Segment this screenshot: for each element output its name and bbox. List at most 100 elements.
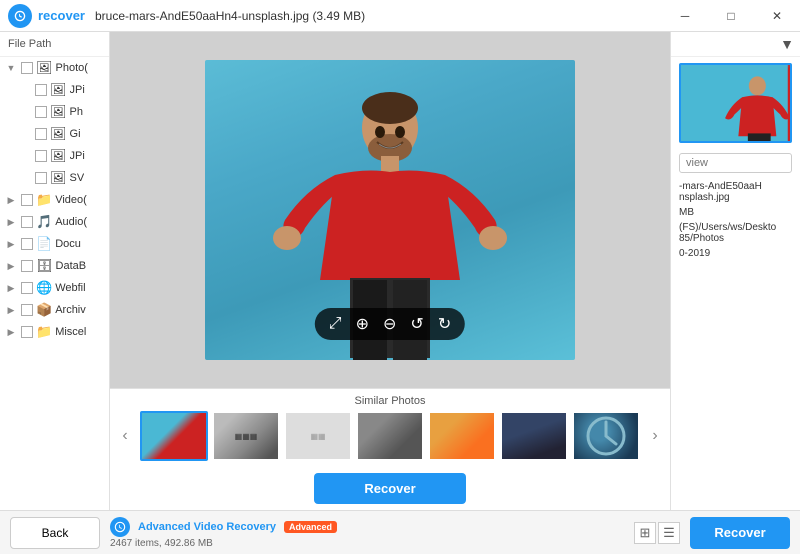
- app-body: File Path ▼ 🖼 Photo( 🖼 JPi 🖼 Ph 🖼 Gi: [0, 32, 800, 510]
- back-btn[interactable]: Back: [10, 517, 100, 549]
- similar-thumb-3[interactable]: ▦▦: [284, 411, 352, 461]
- sidebar-label-docs: Docu: [55, 238, 81, 250]
- grid-view-btn[interactable]: ⊞: [634, 522, 656, 544]
- expand-arrow-docs: ▶: [4, 237, 18, 251]
- checkbox-docs[interactable]: [21, 238, 33, 250]
- right-search-input[interactable]: [679, 153, 792, 173]
- title-bar: recover bruce-mars-AndE50aaHn4-unsplash.…: [0, 0, 800, 32]
- window-close-btn[interactable]: ✕: [754, 0, 800, 32]
- checkbox-jp1[interactable]: [35, 84, 47, 96]
- checkbox-audio[interactable]: [21, 216, 33, 228]
- sidebar-item-video[interactable]: ▶ 📁 Video(: [0, 189, 109, 211]
- expand-arrow-ph: [18, 105, 32, 119]
- similar-thumb-6[interactable]: [500, 411, 568, 461]
- sidebar-header: File Path: [0, 32, 109, 57]
- sidebar-item-web[interactable]: ▶ 🌐 Webfil: [0, 277, 109, 299]
- sidebar-label-web: Webfil: [55, 282, 85, 294]
- avr-icon: [110, 517, 130, 537]
- right-panel: ▼ -mars-AndE50aaHnsplash.jpg MB (FS)/Use…: [670, 32, 800, 510]
- checkbox-misc[interactable]: [21, 326, 33, 338]
- window-minimize-btn[interactable]: ─: [662, 0, 708, 32]
- expand-arrow-misc: ▶: [4, 325, 18, 339]
- similar-strip: ‹ ▦▦▦ ▦▦: [110, 411, 670, 461]
- preview-image: ⤢ ⊕ ⊖ ↺ ↻: [205, 60, 575, 360]
- preview-toolbar: ⤢ ⊕ ⊖ ↺ ↻: [315, 308, 465, 340]
- preview-area: ⤢ ⊕ ⊖ ↺ ↻: [110, 32, 670, 388]
- right-panel-toolbar: ▼: [671, 32, 800, 57]
- sidebar-item-audio[interactable]: ▶ 🎵 Audio(: [0, 211, 109, 233]
- expand-arrow-jp2: [18, 149, 32, 163]
- bottom-info: Advanced Video Recovery Advanced 2467 it…: [110, 517, 624, 549]
- checkbox-web[interactable]: [21, 282, 33, 294]
- preview-recover-section: Recover: [110, 465, 670, 510]
- folder-icon-db: 🗄: [36, 258, 53, 274]
- sidebar-item-archive[interactable]: ▶ 📦 Archiv: [0, 299, 109, 321]
- preview-rotate-left-btn[interactable]: ↺: [410, 314, 423, 334]
- preview-zoom-out-btn[interactable]: ⊖: [383, 314, 396, 334]
- checkbox-jp2[interactable]: [35, 150, 47, 162]
- right-info-date: 0-2019: [679, 248, 792, 259]
- sidebar-item-ph[interactable]: 🖼 Ph: [0, 101, 109, 123]
- checkbox-video[interactable]: [21, 194, 33, 206]
- checkbox-archive[interactable]: [21, 304, 33, 316]
- expand-arrow-jp1: [18, 83, 32, 97]
- checkbox-gi[interactable]: [35, 128, 47, 140]
- similar-thumb-5[interactable]: [428, 411, 496, 461]
- list-view-btn[interactable]: ☰: [658, 522, 680, 544]
- sidebar-item-photos[interactable]: ▼ 🖼 Photo(: [0, 57, 109, 79]
- expand-arrow-audio: ▶: [4, 215, 18, 229]
- preview-rotate-right-btn[interactable]: ↻: [438, 314, 451, 334]
- strip-prev-btn[interactable]: ‹: [114, 425, 136, 447]
- bottom-row1: Advanced Video Recovery Advanced: [110, 517, 624, 537]
- folder-icon-video: 📁: [36, 192, 52, 208]
- right-info-path: (FS)/Users/ws/Deskto85/Photos: [679, 222, 792, 244]
- expand-arrow-video: ▶: [4, 193, 18, 207]
- window-controls: ─ □ ✕: [662, 0, 800, 32]
- folder-icon-audio: 🎵: [36, 214, 52, 230]
- sidebar-item-docs[interactable]: ▶ 📄 Docu: [0, 233, 109, 255]
- folder-icon-docs: 📄: [36, 236, 52, 252]
- similar-thumb-4[interactable]: [356, 411, 424, 461]
- file-icon-jp1: 🖼: [50, 82, 67, 98]
- similar-thumb-1[interactable]: [140, 411, 208, 461]
- right-info-filename: -mars-AndE50aaHnsplash.jpg: [679, 181, 792, 203]
- sidebar-label-db: DataB: [56, 260, 87, 272]
- bottom-bar: Back Advanced Video Recovery Advanced 24…: [0, 510, 800, 554]
- recover-main-btn[interactable]: Recover: [690, 517, 790, 549]
- folder-icon-archive: 📦: [36, 302, 52, 318]
- folder-icon-misc: 📁: [36, 324, 52, 340]
- similar-thumb-7[interactable]: [572, 411, 640, 461]
- recover-preview-btn[interactable]: Recover: [314, 473, 465, 504]
- sidebar-label-misc: Miscel: [55, 326, 86, 338]
- checkbox-db[interactable]: [21, 260, 33, 272]
- file-icon-sv: 🖼: [50, 170, 67, 186]
- sidebar-item-misc[interactable]: ▶ 📁 Miscel: [0, 321, 109, 343]
- right-preview-thumb: [679, 63, 792, 143]
- folder-icon-photos: 🖼: [36, 60, 53, 76]
- filter-btn[interactable]: ▼: [780, 36, 794, 52]
- sidebar-label-jp2: JPi: [70, 150, 85, 162]
- bottom-status: 2467 items, 492.86 MB: [110, 538, 624, 549]
- expand-arrow-photos: ▼: [4, 61, 18, 75]
- preview-zoom-in-btn[interactable]: ⊕: [356, 314, 369, 334]
- sidebar-label-video: Video(: [55, 194, 87, 206]
- expand-arrow-db: ▶: [4, 259, 18, 273]
- similar-thumb-2[interactable]: ▦▦▦: [212, 411, 280, 461]
- sidebar-item-jp2[interactable]: 🖼 JPi: [0, 145, 109, 167]
- expand-arrow-archive: ▶: [4, 303, 18, 317]
- sidebar-item-gi[interactable]: 🖼 Gi: [0, 123, 109, 145]
- sidebar-label-photos: Photo(: [56, 62, 88, 74]
- strip-next-btn[interactable]: ›: [644, 425, 666, 447]
- preview-fit-btn[interactable]: ⤢: [329, 315, 342, 333]
- sidebar-label-jp1: JPi: [70, 84, 85, 96]
- checkbox-photos[interactable]: [21, 62, 33, 74]
- sidebar-item-jp1[interactable]: 🖼 JPi: [0, 79, 109, 101]
- window-maximize-btn[interactable]: □: [708, 0, 754, 32]
- sidebar-item-sv[interactable]: 🖼 SV: [0, 167, 109, 189]
- checkbox-sv[interactable]: [35, 172, 47, 184]
- checkbox-ph[interactable]: [35, 106, 47, 118]
- sidebar-item-db[interactable]: ▶ 🗄 DataB: [0, 255, 109, 277]
- avr-label[interactable]: Advanced Video Recovery: [138, 521, 276, 533]
- sidebar-label-sv: SV: [70, 172, 85, 184]
- sidebar-label-ph: Ph: [70, 106, 83, 118]
